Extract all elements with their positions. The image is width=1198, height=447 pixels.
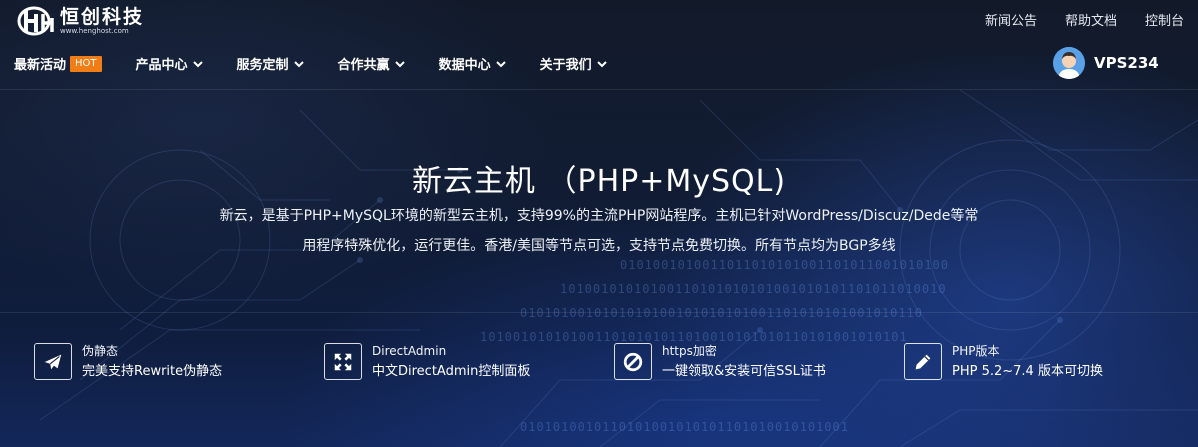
ban-icon <box>614 343 652 380</box>
avatar-icon <box>1053 47 1085 79</box>
expand-arrows-icon <box>324 343 362 380</box>
top-links: 新闻公告 帮助文档 控制台 <box>985 10 1184 29</box>
feature-subtitle: 完美支持Rewrite伪静态 <box>82 364 223 379</box>
feature-subtitle: 一键领取&安装可信SSL证书 <box>662 364 826 379</box>
features-divider <box>0 312 1198 313</box>
nav-item-label: 最新活动 <box>14 58 67 73</box>
binary-decor: 0101010010101010100101010101001101010101… <box>520 306 924 320</box>
nav-item-partnership[interactable]: 合作共赢 <box>338 54 405 73</box>
feature-subtitle: PHP 5.2~7.4 版本可切换 <box>952 364 1103 379</box>
feature-item-https: https加密 一键领取&安装可信SSL证书 <box>614 343 904 382</box>
binary-decor: 1010010101010011010101011010010101010110… <box>480 330 908 344</box>
chevron-down-icon <box>596 60 607 67</box>
feature-subtitle: 中文DirectAdmin控制面板 <box>372 364 531 379</box>
nav-item-label: 数据中心 <box>438 58 491 73</box>
binary-decor: 0101010010110101001010101101010010101001 <box>520 420 849 434</box>
brand-domain: www.henghost.com <box>60 26 129 35</box>
nav-item-label: 产品中心 <box>135 58 188 73</box>
top-link-help[interactable]: 帮助文档 <box>1065 10 1117 29</box>
user-menu[interactable]: VPS234 <box>1053 47 1159 79</box>
nav-item-latest-events[interactable]: 最新活动 HOT <box>14 54 102 73</box>
feature-title: https加密 <box>662 344 717 358</box>
feature-item-php-version: PHP版本 PHP 5.2~7.4 版本可切换 <box>904 343 1194 382</box>
nav-item-label: 关于我们 <box>539 58 592 73</box>
feature-title: DirectAdmin <box>372 344 447 358</box>
user-name: VPS234 <box>1094 54 1159 72</box>
feature-title: 伪静态 <box>82 344 119 358</box>
page-title: 新云主机 （PHP+MySQL) <box>411 164 787 199</box>
nav-item-label: 服务定制 <box>236 58 289 73</box>
chevron-down-icon <box>495 60 506 67</box>
airplane-icon <box>34 343 72 380</box>
feature-item-rewrite: 伪静态 完美支持Rewrite伪静态 <box>34 343 324 382</box>
nav-item-products[interactable]: 产品中心 <box>136 54 203 73</box>
feature-title: PHP版本 <box>952 344 1000 358</box>
feature-list: 伪静态 完美支持Rewrite伪静态 DirectAdmin 中文DirectA… <box>34 343 1194 382</box>
nav-item-custom-services[interactable]: 服务定制 <box>237 54 304 73</box>
feature-item-directadmin: DirectAdmin 中文DirectAdmin控制面板 <box>324 343 614 382</box>
chevron-down-icon <box>192 60 203 67</box>
hc-logo-icon <box>17 6 54 36</box>
logo[interactable]: 恒创科技 www.henghost.com <box>16 4 144 36</box>
chevron-down-icon <box>394 60 405 67</box>
top-link-news[interactable]: 新闻公告 <box>985 10 1037 29</box>
binary-decor: 1010010101010011010101010100101010110101… <box>560 282 947 296</box>
chevron-down-icon <box>293 60 304 67</box>
nav-item-label: 合作共赢 <box>337 58 390 73</box>
main-nav: 最新活动 HOT 产品中心 服务定制 合作共赢 数据中心 关于我们 <box>14 54 641 73</box>
header-divider <box>0 89 1198 90</box>
pencil-icon <box>904 343 942 380</box>
brand-name: 恒创科技 <box>60 5 145 28</box>
nav-item-about-us[interactable]: 关于我们 <box>540 54 607 73</box>
hot-badge: HOT <box>70 55 102 72</box>
hero-description: 新云，是基于PHP+MySQL环境的新型云主机，支持99%的主流PHP网站程序。… <box>219 208 979 254</box>
top-link-console[interactable]: 控制台 <box>1145 10 1184 29</box>
nav-item-data-center[interactable]: 数据中心 <box>439 54 506 73</box>
